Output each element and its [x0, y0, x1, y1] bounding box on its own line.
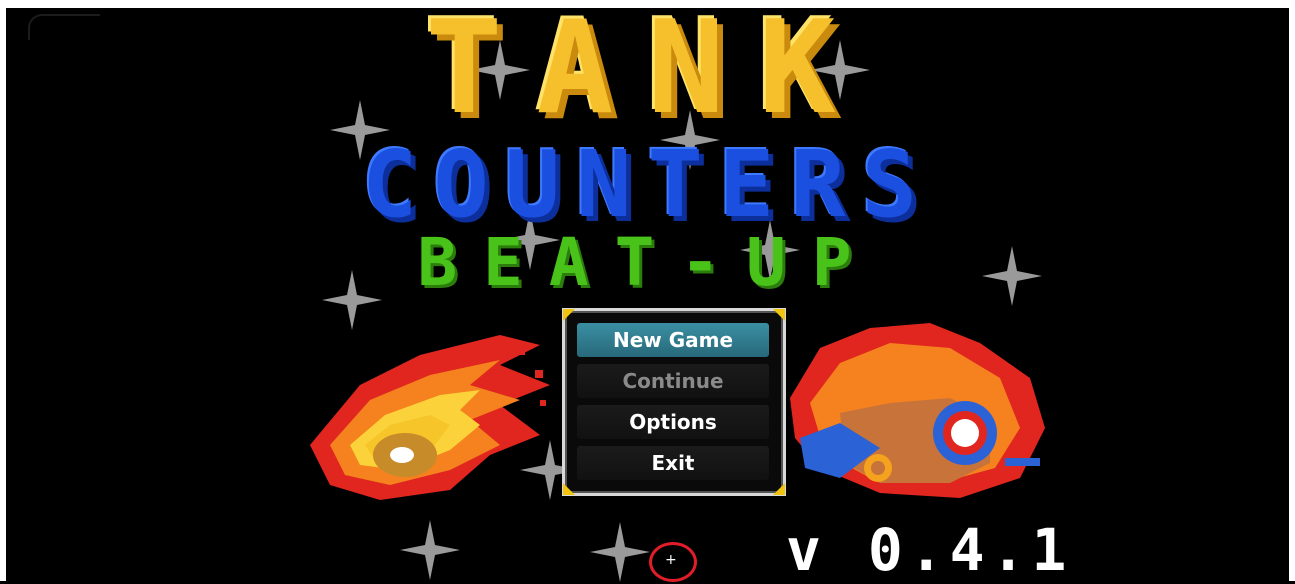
exit-button[interactable]: Exit [577, 446, 769, 480]
menu-corner-decoration [773, 483, 785, 495]
sparkle-icon [400, 520, 460, 580]
sparkle-icon [590, 522, 650, 582]
main-menu-panel: New Game Continue Options Exit [562, 308, 786, 496]
version-label: v 0.4.1 [786, 516, 1073, 584]
fireball-icon [310, 335, 550, 500]
new-game-button[interactable]: New Game [577, 323, 769, 357]
continue-button[interactable]: Continue [577, 364, 769, 398]
options-button[interactable]: Options [577, 405, 769, 439]
flying-tank-character-icon [790, 323, 1045, 498]
game-title-beat-up: BEAT-UP [417, 224, 878, 301]
menu-corner-decoration [563, 483, 575, 495]
crosshair-cursor-icon: + [665, 552, 677, 568]
menu-corner-decoration [563, 309, 575, 321]
game-title-counters: COUNTERS [361, 131, 934, 238]
menu-corner-decoration [773, 309, 785, 321]
game-title-tank: TANK [425, 0, 870, 143]
